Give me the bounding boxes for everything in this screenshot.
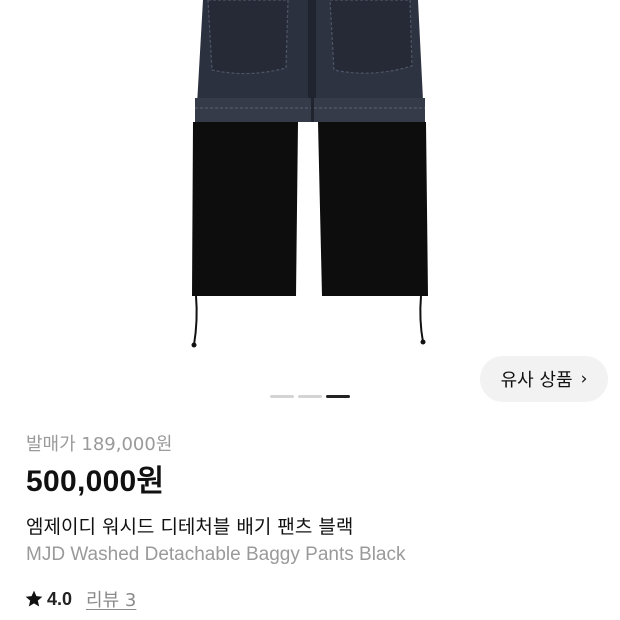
carousel-indicator[interactable] <box>270 395 350 398</box>
rating-row: 4.0 리뷰 3 <box>24 586 136 612</box>
carousel-dot[interactable] <box>298 395 322 398</box>
carousel-dot-active[interactable] <box>326 395 350 398</box>
chevron-right-icon: › <box>580 368 588 389</box>
product-name-korean: 엠제이디 워시드 디테처블 배기 팬츠 블랙 <box>26 516 354 538</box>
reviews-link[interactable]: 리뷰 3 <box>86 586 136 612</box>
rating-value: 4.0 <box>47 588 73 609</box>
star-icon <box>25 590 43 607</box>
retail-price: 발매가 189,000원 <box>26 434 173 455</box>
product-image-area[interactable]: 유사 상품 › <box>0 0 620 415</box>
current-price: 500,000원 <box>26 465 165 498</box>
carousel-dot[interactable] <box>270 395 294 398</box>
product-name-english: MJD Washed Detachable Baggy Pants Black <box>26 544 406 565</box>
similar-products-label: 유사 상품 <box>500 370 573 391</box>
similar-products-button[interactable]: 유사 상품 › <box>480 356 608 402</box>
product-image[interactable] <box>0 0 620 415</box>
